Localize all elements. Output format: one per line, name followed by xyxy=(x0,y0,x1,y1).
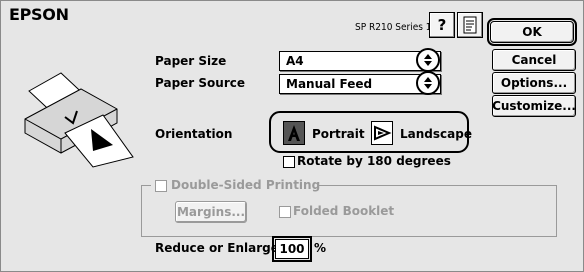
paper-size-select[interactable]: A4 xyxy=(279,48,441,72)
folded-booklet-label: Folded Booklet xyxy=(293,204,395,218)
portrait-icon xyxy=(288,125,300,141)
options-button[interactable]: Options... xyxy=(492,72,576,94)
landscape-option[interactable] xyxy=(371,121,393,145)
folded-booklet-checkbox[interactable] xyxy=(279,206,291,218)
scale-input[interactable]: 100 xyxy=(272,236,312,262)
printer-illustration xyxy=(24,72,134,168)
reduce-enlarge-label: Reduce or Enlarge xyxy=(155,241,279,255)
updown-arrows-icon xyxy=(416,71,440,95)
double-sided-label: Double-Sided Printing xyxy=(171,178,321,192)
printer-info-icon xyxy=(463,16,477,34)
rotate-checkbox[interactable] xyxy=(283,156,295,168)
cancel-button[interactable]: Cancel xyxy=(492,49,576,71)
double-sided-checkbox[interactable] xyxy=(155,180,167,192)
help-icon: ? xyxy=(437,16,447,34)
customize-button[interactable]: Customize... xyxy=(492,95,576,117)
landscape-icon xyxy=(374,125,392,141)
paper-source-value: Manual Feed xyxy=(286,77,373,91)
brand-logo: EPSON xyxy=(9,5,69,24)
printer-info-button[interactable] xyxy=(457,12,483,38)
portrait-option[interactable] xyxy=(283,121,305,145)
page-setup-dialog: EPSON SP R210 Series 1.35E ? OK Cancel O… xyxy=(0,0,584,272)
updown-arrows-icon xyxy=(416,48,440,72)
help-button[interactable]: ? xyxy=(429,12,455,38)
landscape-label[interactable]: Landscape xyxy=(400,127,472,141)
paper-size-value: A4 xyxy=(286,54,304,68)
paper-size-label: Paper Size xyxy=(155,54,227,68)
percent-unit: % xyxy=(314,241,327,255)
paper-source-select[interactable]: Manual Feed xyxy=(279,71,441,95)
rotate-label: Rotate by 180 degrees xyxy=(297,154,451,168)
margins-button[interactable]: Margins... xyxy=(175,201,247,223)
double-sided-header: Double-Sided Printing xyxy=(151,178,321,192)
orientation-label: Orientation xyxy=(155,127,233,141)
ok-button[interactable]: OK xyxy=(487,18,577,46)
paper-source-label: Paper Source xyxy=(155,76,245,90)
portrait-label[interactable]: Portrait xyxy=(312,127,365,141)
